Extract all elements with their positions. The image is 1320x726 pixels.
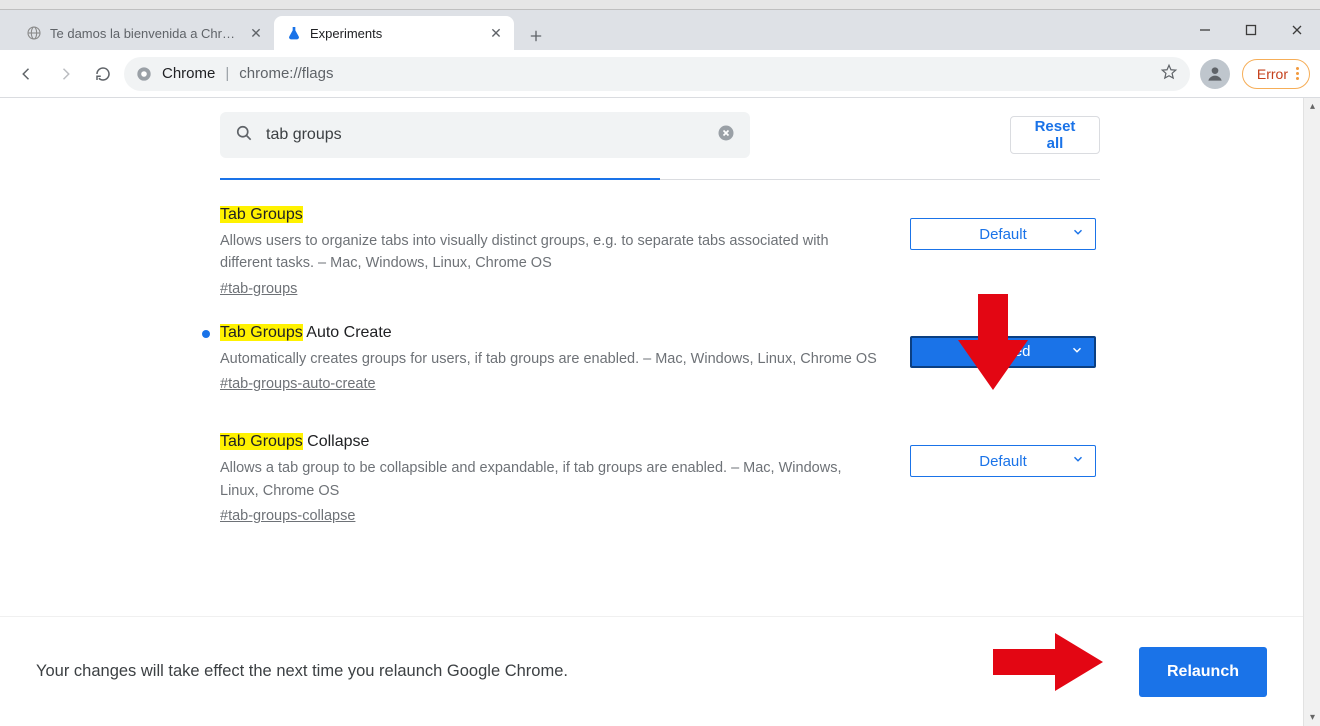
tab-title: Te damos la bienvenida a Chrome bbox=[50, 26, 240, 41]
tab-title: Experiments bbox=[310, 26, 480, 41]
close-icon[interactable]: ✕ bbox=[488, 25, 504, 41]
maximize-button[interactable] bbox=[1228, 10, 1274, 50]
search-icon bbox=[234, 123, 254, 148]
relaunch-footer: Your changes will take effect the next t… bbox=[0, 616, 1303, 726]
window-titlebar bbox=[0, 0, 1320, 10]
annotation-arrow-right bbox=[993, 633, 1103, 696]
scroll-down-button[interactable]: ▾ bbox=[1304, 709, 1320, 726]
new-tab-button[interactable] bbox=[522, 22, 550, 50]
reset-all-button[interactable]: Reset all bbox=[1010, 116, 1100, 154]
omnibox-sep: | bbox=[225, 65, 229, 82]
flag-description: Automatically creates groups for users, … bbox=[220, 348, 880, 370]
modified-dot-icon bbox=[202, 330, 210, 338]
tab-active[interactable]: Experiments ✕ bbox=[274, 16, 514, 50]
flag-select[interactable]: Default bbox=[910, 445, 1096, 477]
chevron-down-icon bbox=[1071, 225, 1085, 243]
tab-strip: Te damos la bienvenida a Chrome ✕ Experi… bbox=[0, 10, 1320, 50]
omnibox-host: Chrome bbox=[162, 65, 215, 82]
flag-description: Allows users to organize tabs into visua… bbox=[220, 230, 880, 275]
flag-select-value: Default bbox=[979, 226, 1027, 243]
chrome-icon bbox=[136, 66, 152, 82]
close-window-button[interactable] bbox=[1274, 10, 1320, 50]
flag-description: Allows a tab group to be collapsible and… bbox=[220, 457, 880, 502]
back-button[interactable] bbox=[10, 57, 44, 91]
flag-select[interactable]: Default bbox=[910, 218, 1096, 250]
browser-toolbar: Chrome | chrome://flags Error bbox=[0, 50, 1320, 98]
flag-anchor-link[interactable]: #tab-groups-auto-create bbox=[220, 376, 376, 392]
footer-message: Your changes will take effect the next t… bbox=[36, 662, 568, 681]
flag-entry: Tab Groups Allows users to organize tabs… bbox=[220, 180, 1100, 298]
minimize-button[interactable] bbox=[1182, 10, 1228, 50]
forward-button[interactable] bbox=[48, 57, 82, 91]
globe-icon bbox=[26, 25, 42, 41]
search-value: tab groups bbox=[266, 126, 716, 144]
annotation-arrow-down bbox=[958, 294, 1028, 390]
flag-entry: Tab Groups Collapse Allows a tab group t… bbox=[220, 393, 1100, 525]
page-content: tab groups Reset all Tab Groups Allows u… bbox=[0, 98, 1320, 726]
reload-button[interactable] bbox=[86, 57, 120, 91]
flask-icon bbox=[286, 25, 302, 41]
clear-search-icon[interactable] bbox=[716, 123, 736, 148]
flag-title: Tab Groups Auto Create bbox=[220, 324, 880, 342]
flag-title: Tab Groups Collapse bbox=[220, 433, 880, 451]
chevron-down-icon bbox=[1071, 452, 1085, 470]
tabs-underline bbox=[220, 178, 1100, 180]
vertical-scrollbar[interactable]: ▴ ▾ bbox=[1303, 98, 1320, 726]
flags-search-input[interactable]: tab groups bbox=[220, 112, 750, 158]
flag-anchor-link[interactable]: #tab-groups bbox=[220, 281, 297, 297]
bookmark-star-icon[interactable] bbox=[1160, 63, 1178, 85]
omnibox-path: chrome://flags bbox=[239, 65, 333, 82]
flag-select-value: Default bbox=[979, 453, 1027, 470]
window-controls bbox=[1182, 10, 1320, 50]
menu-dots-icon bbox=[1296, 67, 1299, 80]
scroll-up-button[interactable]: ▴ bbox=[1304, 98, 1320, 115]
relaunch-button[interactable]: Relaunch bbox=[1139, 647, 1267, 697]
profile-avatar[interactable] bbox=[1200, 59, 1230, 89]
page-viewport: tab groups Reset all Tab Groups Allows u… bbox=[0, 98, 1320, 726]
flag-anchor-link[interactable]: #tab-groups-collapse bbox=[220, 508, 355, 524]
error-pill[interactable]: Error bbox=[1242, 59, 1310, 89]
omnibox[interactable]: Chrome | chrome://flags bbox=[124, 57, 1190, 91]
chevron-down-icon bbox=[1070, 343, 1084, 361]
tab-inactive[interactable]: Te damos la bienvenida a Chrome ✕ bbox=[14, 16, 274, 50]
flag-title: Tab Groups bbox=[220, 206, 880, 224]
close-icon[interactable]: ✕ bbox=[248, 25, 264, 41]
error-label: Error bbox=[1257, 66, 1288, 82]
